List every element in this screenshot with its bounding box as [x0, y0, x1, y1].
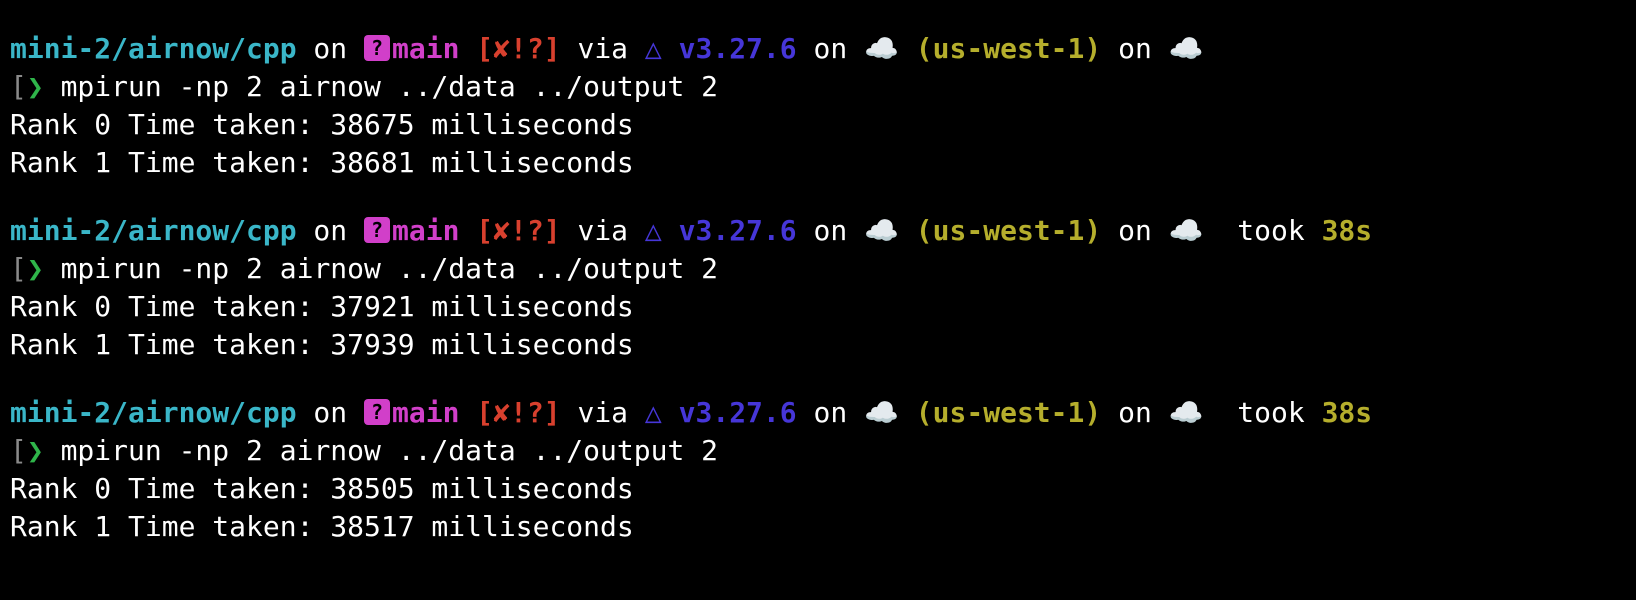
cloud-icon: ☁️: [864, 396, 899, 429]
prompt-via-label: via: [560, 396, 645, 429]
cloud-icon: ☁️: [864, 214, 899, 247]
prompt-on-label: on: [1101, 396, 1169, 429]
prompt-on-label: on: [1101, 32, 1169, 65]
prompt-path: mini-2/airnow/cpp: [10, 32, 297, 65]
command-line: [❯ mpirun -np 2 airnow ../data ../output…: [10, 68, 718, 106]
prompt-on-label: on: [296, 214, 365, 247]
prompt-bracket: [: [10, 252, 27, 285]
prompt-path: mini-2/airnow/cpp: [10, 214, 297, 247]
prompt-caret-icon: ❯: [26, 70, 44, 103]
prompt-branch: main: [392, 396, 460, 429]
command-text: mpirun -np 2 airnow ../data ../output 2: [43, 434, 719, 467]
output-line: Rank 1 Time taken: 38681 milliseconds: [10, 146, 634, 179]
prompt-branch: main: [392, 214, 460, 247]
shell-prompt: mini-2/airnow/cpp on ? main [✘!?] via △ v…: [10, 394, 1372, 432]
prompt-path: mini-2/airnow/cpp: [10, 396, 297, 429]
cmake-version: v3.27.6: [661, 396, 797, 429]
cmake-version: v3.27.6: [661, 32, 797, 65]
prompt-on-label: on: [296, 396, 365, 429]
prompt-via-label: via: [560, 32, 645, 65]
prompt-on-label: on: [796, 214, 865, 247]
prompt-bracket: [: [10, 70, 27, 103]
took-label: took: [1203, 396, 1322, 429]
prompt-via-label: via: [560, 214, 645, 247]
git-status: [✘!?]: [459, 214, 561, 247]
prompt-caret-icon: ❯: [26, 434, 44, 467]
git-branch-icon: ?: [364, 35, 391, 61]
cloud-icon: ☁️: [1168, 214, 1204, 247]
git-status: [✘!?]: [459, 396, 561, 429]
output-line: Rank 1 Time taken: 38517 milliseconds: [10, 510, 634, 543]
git-status: [✘!?]: [459, 32, 561, 65]
took-label: took: [1203, 214, 1322, 247]
terminal-window[interactable]: mini-2/airnow/cpp on ? main [✘!?] via △ v…: [0, 0, 1636, 600]
shell-prompt: mini-2/airnow/cpp on ? main [✘!?] via △ v…: [10, 30, 1204, 68]
aws-region: (us-west-1): [898, 214, 1102, 247]
output-line: Rank 0 Time taken: 38675 milliseconds: [10, 108, 634, 141]
git-branch-icon: ?: [364, 217, 391, 243]
command-text: mpirun -np 2 airnow ../data ../output 2: [43, 70, 719, 103]
cmake-version: v3.27.6: [661, 214, 797, 247]
prompt-on-label: on: [796, 396, 865, 429]
command-line: [❯ mpirun -np 2 airnow ../data ../output…: [10, 432, 718, 470]
cloud-icon: ☁️: [1168, 32, 1204, 65]
command-duration: 38s: [1321, 214, 1373, 247]
prompt-branch: main: [392, 32, 460, 65]
aws-region: (us-west-1): [898, 32, 1102, 65]
cloud-icon: ☁️: [864, 32, 899, 65]
output-line: Rank 1 Time taken: 37939 milliseconds: [10, 328, 634, 361]
command-duration: 38s: [1321, 396, 1373, 429]
git-branch-icon: ?: [364, 399, 391, 425]
shell-prompt: mini-2/airnow/cpp on ? main [✘!?] via △ v…: [10, 212, 1372, 250]
prompt-caret-icon: ❯: [26, 252, 44, 285]
aws-region: (us-west-1): [898, 396, 1102, 429]
prompt-on-label: on: [796, 32, 865, 65]
output-line: Rank 0 Time taken: 38505 milliseconds: [10, 472, 634, 505]
command-line: [❯ mpirun -np 2 airnow ../data ../output…: [10, 250, 718, 288]
output-line: Rank 0 Time taken: 37921 milliseconds: [10, 290, 634, 323]
prompt-on-label: on: [1101, 214, 1169, 247]
prompt-on-label: on: [296, 32, 365, 65]
cloud-icon: ☁️: [1168, 396, 1204, 429]
cmake-triangle-icon: △: [644, 396, 662, 429]
cmake-triangle-icon: △: [644, 214, 662, 247]
prompt-bracket: [: [10, 434, 27, 467]
cmake-triangle-icon: △: [644, 32, 662, 65]
command-text: mpirun -np 2 airnow ../data ../output 2: [43, 252, 719, 285]
